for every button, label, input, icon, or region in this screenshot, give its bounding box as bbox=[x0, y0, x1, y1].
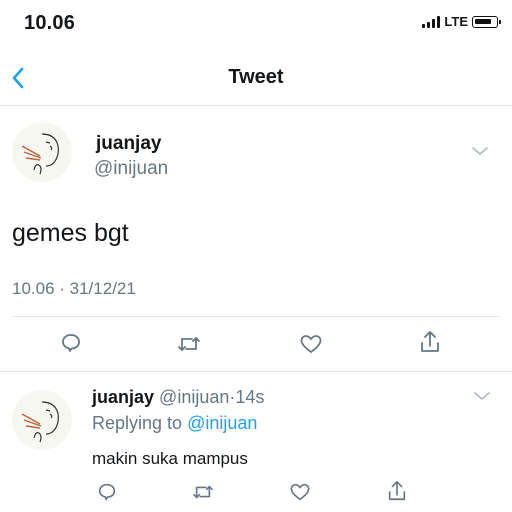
reply-button[interactable] bbox=[57, 329, 85, 357]
retweet-icon bbox=[178, 337, 200, 351]
share-icon bbox=[388, 481, 406, 501]
reply-retweet-button[interactable] bbox=[189, 478, 217, 506]
share-button[interactable] bbox=[416, 328, 444, 356]
page-title: Tweet bbox=[228, 66, 284, 88]
avatar[interactable] bbox=[12, 122, 72, 182]
replying-mention[interactable]: @inijuan bbox=[187, 413, 257, 433]
reply-icon bbox=[98, 483, 116, 501]
reply-age: 14s bbox=[235, 387, 265, 407]
status-time: 10.06 bbox=[24, 12, 76, 34]
chevron-down-icon bbox=[472, 147, 488, 155]
display-name[interactable]: juanjay bbox=[96, 133, 161, 155]
actions-divider bbox=[0, 371, 512, 372]
share-icon bbox=[421, 331, 439, 352]
reply-header: juanjay @inijuan·14s bbox=[92, 387, 265, 407]
reply-icon bbox=[62, 334, 80, 352]
reply-options-button[interactable] bbox=[472, 389, 492, 407]
reply-share-button[interactable] bbox=[383, 477, 411, 505]
reply-like-button[interactable] bbox=[286, 478, 314, 506]
tweet-text: gemes bgt bbox=[12, 219, 129, 247]
network-label: LTE bbox=[444, 14, 468, 29]
reply-text: makin suka mampus bbox=[92, 449, 248, 468]
reply-reply-button[interactable] bbox=[93, 478, 121, 506]
like-icon bbox=[290, 483, 310, 501]
replying-to: Replying to @inijuan bbox=[92, 413, 257, 434]
retweet-button[interactable] bbox=[175, 330, 203, 358]
chevron-down-icon bbox=[474, 392, 490, 400]
tweet-options-button[interactable] bbox=[470, 144, 490, 162]
header-divider bbox=[0, 105, 512, 106]
like-button[interactable] bbox=[297, 330, 325, 358]
like-icon bbox=[300, 335, 322, 353]
reply-avatar[interactable] bbox=[12, 390, 72, 450]
reply-handle[interactable]: @inijuan bbox=[159, 387, 229, 407]
signal-icon bbox=[422, 15, 441, 28]
tweet-timestamp[interactable]: 10.06 · 31/12/21 bbox=[12, 279, 136, 299]
meta-divider bbox=[12, 316, 500, 317]
user-handle[interactable]: @inijuan bbox=[94, 158, 168, 180]
retweet-icon bbox=[193, 485, 213, 499]
replying-prefix: Replying to bbox=[92, 413, 183, 433]
battery-icon bbox=[472, 15, 501, 28]
reply-display-name[interactable]: juanjay bbox=[92, 387, 154, 407]
status-indicators: LTE bbox=[422, 14, 501, 29]
